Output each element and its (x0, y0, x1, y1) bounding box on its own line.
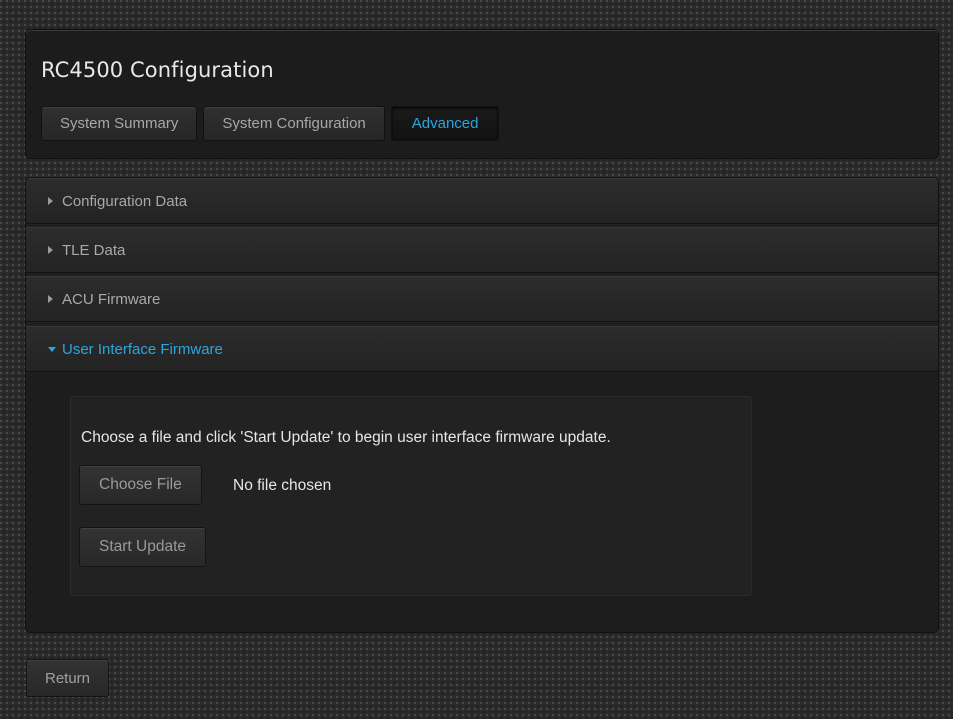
section-ui-firmware-header[interactable]: User Interface Firmware (26, 326, 938, 372)
return-button[interactable]: Return (26, 659, 110, 697)
section-tle-data-header[interactable]: TLE Data (26, 227, 938, 273)
file-status-text: No file chosen (233, 477, 332, 494)
caret-right-icon (48, 197, 53, 205)
choose-file-button[interactable]: Choose File (79, 465, 202, 505)
caret-right-icon (48, 246, 53, 254)
section-label: Configuration Data (62, 192, 188, 210)
section-acu-firmware-header[interactable]: ACU Firmware (26, 276, 938, 322)
caret-right-icon (48, 295, 53, 303)
tab-system-configuration[interactable]: System Configuration (203, 106, 385, 141)
tab-system-summary[interactable]: System Summary (41, 106, 198, 141)
page-title: RC4500 Configuration (41, 58, 274, 82)
section-configuration-data-header[interactable]: Configuration Data (26, 178, 938, 224)
caret-down-icon (48, 346, 56, 352)
header-panel: RC4500 Configuration System Summary Syst… (26, 30, 938, 158)
advanced-accordion: Configuration Data TLE Data ACU Firmware… (26, 178, 938, 632)
tab-advanced[interactable]: Advanced (390, 106, 500, 141)
firmware-upload-box: Choose a file and click 'Start Update' t… (70, 396, 752, 596)
section-label: ACU Firmware (62, 290, 161, 308)
tab-bar: System Summary System Configuration Adva… (41, 106, 500, 141)
upload-instructions: Choose a file and click 'Start Update' t… (81, 429, 611, 446)
start-update-button[interactable]: Start Update (79, 527, 207, 567)
section-label: User Interface Firmware (62, 340, 223, 358)
section-label: TLE Data (62, 241, 126, 259)
ui-firmware-section-body: Choose a file and click 'Start Update' t… (26, 374, 938, 632)
